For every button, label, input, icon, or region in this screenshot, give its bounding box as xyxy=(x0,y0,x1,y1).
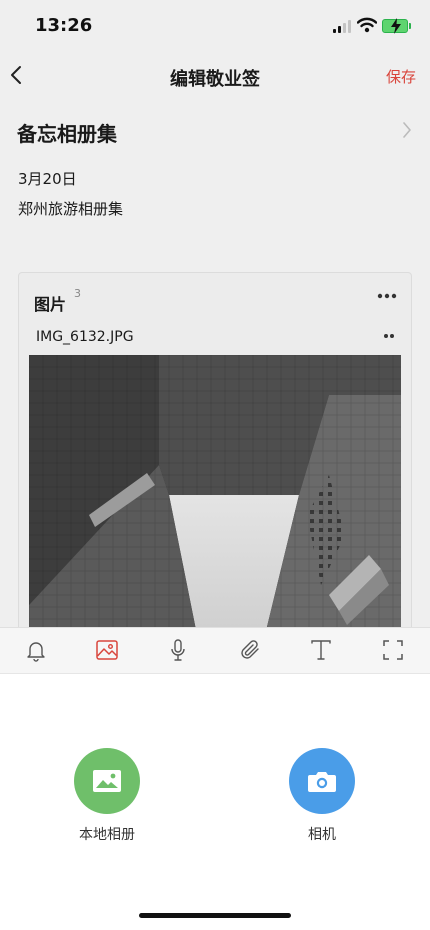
insert-image-button[interactable] xyxy=(95,638,119,662)
image-icon xyxy=(96,640,118,660)
fullscreen-icon xyxy=(383,640,403,660)
camera-button[interactable]: 相机 xyxy=(267,748,377,844)
text-icon xyxy=(311,640,331,660)
picture-icon xyxy=(93,770,121,792)
paperclip-icon xyxy=(241,640,259,659)
page-title: 编辑敬业签 xyxy=(170,69,260,90)
notebook-selector[interactable]: 备忘相册集 xyxy=(0,108,430,152)
text-format-button[interactable] xyxy=(309,638,333,662)
attached-photo[interactable] xyxy=(29,355,401,633)
file-options-icon[interactable] xyxy=(383,333,395,339)
notebook-name: 备忘相册集 xyxy=(17,122,117,146)
more-options-icon[interactable] xyxy=(377,293,397,299)
local-album-label: 本地相册 xyxy=(79,827,135,843)
chevron-right-icon xyxy=(403,122,411,138)
local-album-circle xyxy=(74,748,140,814)
image-file-name: IMG_6132.JPG xyxy=(36,329,134,345)
image-attachment-card: 图片 3 IMG_6132.JPG xyxy=(18,272,412,634)
fullscreen-button[interactable] xyxy=(381,638,405,662)
camera-circle xyxy=(289,748,355,814)
note-date-text[interactable]: 3月20日 xyxy=(18,168,77,189)
editor-toolbar xyxy=(0,627,430,674)
navigation-bar: 编辑敬业签 保存 xyxy=(0,54,430,98)
attachment-card-title: 图片 xyxy=(34,295,67,314)
camera-label: 相机 xyxy=(308,827,336,843)
attachment-count: 3 xyxy=(74,287,81,300)
wifi-icon xyxy=(356,17,378,33)
note-body-text[interactable]: 郑州旅游相册集 xyxy=(18,198,123,219)
editor-area: 13:26 编辑敬业签 保存 备忘相册集 3月20日 郑州旅游相册集 图片 3 … xyxy=(0,0,430,634)
attach-file-button[interactable] xyxy=(239,638,263,662)
save-button[interactable]: 保存 xyxy=(386,66,416,87)
status-time: 13:26 xyxy=(35,15,93,36)
battery-charging-icon xyxy=(382,18,411,34)
microphone-icon xyxy=(171,639,185,661)
cellular-signal-icon xyxy=(333,19,353,33)
local-album-button[interactable]: 本地相册 xyxy=(52,748,162,844)
voice-record-button[interactable] xyxy=(166,638,190,662)
reminder-button[interactable] xyxy=(24,638,48,662)
home-indicator[interactable] xyxy=(139,913,291,918)
status-bar: 13:26 xyxy=(0,0,430,54)
camera-icon xyxy=(308,772,336,792)
bell-icon xyxy=(27,642,45,662)
